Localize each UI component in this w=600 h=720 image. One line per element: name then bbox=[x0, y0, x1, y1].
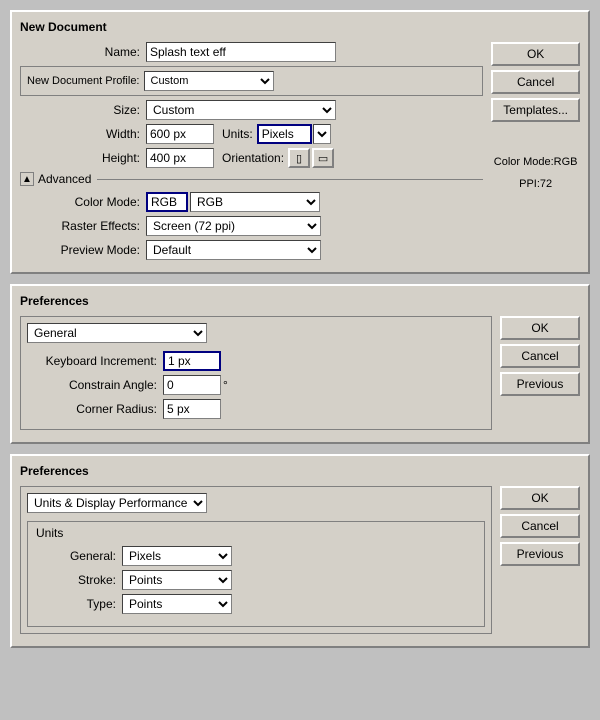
units-label: Units: bbox=[222, 127, 253, 141]
profile-select[interactable]: Custom bbox=[144, 71, 274, 91]
stroke-units-select[interactable]: Points bbox=[122, 570, 232, 590]
raster-select[interactable]: Screen (72 ppi) bbox=[146, 216, 321, 236]
raster-label: Raster Effects: bbox=[20, 219, 140, 233]
height-label: Height: bbox=[20, 151, 140, 165]
advanced-label: Advanced bbox=[38, 172, 91, 186]
ok-button[interactable]: OK bbox=[491, 42, 580, 66]
cancel-button[interactable]: Cancel bbox=[491, 70, 580, 94]
type-units-select[interactable]: Points bbox=[122, 594, 232, 614]
stroke-units-label: Stroke: bbox=[36, 573, 116, 587]
cancel-button-2[interactable]: Cancel bbox=[500, 344, 580, 368]
constrain-input[interactable] bbox=[163, 375, 221, 395]
general-units-label: General: bbox=[36, 549, 116, 563]
preferences-section-select-3[interactable]: Units & Display Performance bbox=[27, 493, 207, 513]
preferences-units-dialog: Preferences Units & Display Performance … bbox=[10, 454, 590, 648]
corner-input[interactable] bbox=[163, 399, 221, 419]
orientation-label: Orientation: bbox=[222, 151, 284, 165]
new-document-dialog: New Document Name: New Document Profile:… bbox=[10, 10, 590, 274]
width-input[interactable] bbox=[146, 124, 214, 144]
keyboard-input[interactable] bbox=[163, 351, 221, 371]
ok-button-3[interactable]: OK bbox=[500, 486, 580, 510]
corner-label: Corner Radius: bbox=[27, 402, 157, 416]
preferences-general-dialog: Preferences General Keyboard Increment: … bbox=[10, 284, 590, 444]
name-input[interactable] bbox=[146, 42, 336, 62]
ok-button-2[interactable]: OK bbox=[500, 316, 580, 340]
cancel-button-3[interactable]: Cancel bbox=[500, 514, 580, 538]
size-select[interactable]: Custom bbox=[146, 100, 336, 120]
color-mode-select[interactable]: RGB bbox=[190, 192, 320, 212]
previous-button-3[interactable]: Previous bbox=[500, 542, 580, 566]
dialog2-title: Preferences bbox=[20, 294, 580, 308]
size-label: Size: bbox=[20, 103, 140, 117]
previous-button-2[interactable]: Previous bbox=[500, 372, 580, 396]
profile-label: New Document Profile: bbox=[27, 75, 140, 87]
orientation-landscape-button[interactable]: ▭ bbox=[312, 148, 334, 168]
advanced-collapse-button[interactable]: ▲ bbox=[20, 172, 34, 186]
ppi-info: PPI:72 bbox=[491, 178, 580, 190]
templates-button[interactable]: Templates... bbox=[491, 98, 580, 122]
keyboard-label: Keyboard Increment: bbox=[27, 354, 157, 368]
dialog1-title: New Document bbox=[20, 20, 580, 34]
orientation-portrait-button[interactable]: ▯ bbox=[288, 148, 310, 168]
preferences-section-select[interactable]: General bbox=[27, 323, 207, 343]
preview-label: Preview Mode: bbox=[20, 243, 140, 257]
color-mode-info: Color Mode:RGB bbox=[491, 156, 580, 168]
type-units-label: Type: bbox=[36, 597, 116, 611]
dialog3-title: Preferences bbox=[20, 464, 580, 478]
color-mode-label: Color Mode: bbox=[20, 195, 140, 209]
units-select[interactable] bbox=[313, 124, 331, 144]
color-mode-input[interactable] bbox=[146, 192, 188, 212]
degree-symbol: ° bbox=[223, 378, 228, 392]
preview-select[interactable]: Default bbox=[146, 240, 321, 260]
general-units-select[interactable]: Pixels bbox=[122, 546, 232, 566]
constrain-label: Constrain Angle: bbox=[27, 378, 157, 392]
height-input[interactable] bbox=[146, 148, 214, 168]
units-input[interactable] bbox=[257, 124, 312, 144]
name-label: Name: bbox=[20, 45, 140, 59]
units-group-label: Units bbox=[36, 526, 476, 540]
width-label: Width: bbox=[20, 127, 140, 141]
